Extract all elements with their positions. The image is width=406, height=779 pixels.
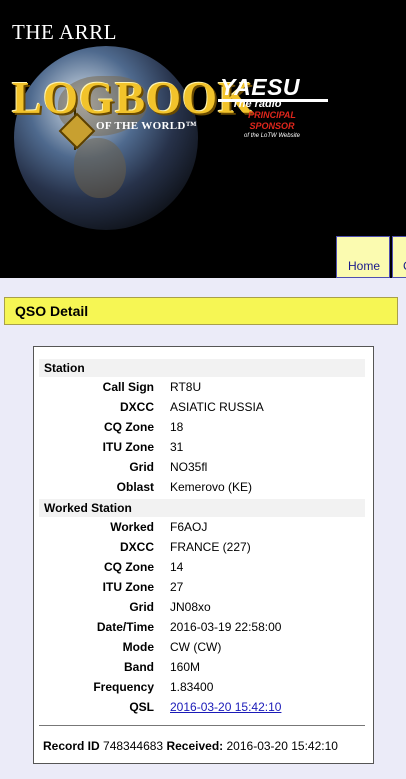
frequency-label: Frequency xyxy=(93,680,154,694)
qsl-label: QSL xyxy=(129,700,154,714)
record-footer: Record ID 748344683 Received: 2016-03-20… xyxy=(43,739,338,753)
row-call-sign: Call Sign RT8U xyxy=(34,377,375,397)
sponsor-logo: YAESU xyxy=(220,74,301,100)
row-worked-grid: Grid JN08xo xyxy=(34,597,375,617)
dxcc-label: DXCC xyxy=(119,400,154,414)
band-label: Band xyxy=(124,660,154,674)
page-title: QSO Detail xyxy=(15,303,89,319)
page-title-bar: QSO Detail xyxy=(4,297,398,325)
row-itu-zone: ITU Zone 31 xyxy=(34,437,375,457)
received-value: 2016-03-20 15:42:10 xyxy=(226,739,338,753)
banner: THE ARRL LOGBOOK OF THE WORLD™ YAESU The… xyxy=(0,0,406,278)
row-grid: Grid NO35fl xyxy=(34,457,375,477)
sponsor-role: PRINCIPAL SPONSOR xyxy=(248,110,296,131)
logo-subtitle: OF THE WORLD™ xyxy=(96,120,197,132)
band-value: 160M xyxy=(170,660,201,674)
worked-grid-label: Grid xyxy=(129,600,154,614)
section-station: Station xyxy=(39,359,365,377)
row-frequency: Frequency 1.83400 xyxy=(34,677,375,697)
cq-zone-value: 18 xyxy=(170,420,184,434)
row-worked-itu-zone: ITU Zone 27 xyxy=(34,577,375,597)
worked-dxcc-label: DXCC xyxy=(119,540,154,554)
grid-label: Grid xyxy=(129,460,154,474)
grid-value: NO35fl xyxy=(170,460,208,474)
row-worked-cq-zone: CQ Zone 14 xyxy=(34,557,375,577)
dxcc-value: ASIATIC RUSSIA xyxy=(170,400,264,414)
oblast-value: Kemerovo (KE) xyxy=(170,480,253,494)
worked-dxcc-value: FRANCE (227) xyxy=(170,540,251,554)
banner-title: THE ARRL xyxy=(12,20,117,44)
divider xyxy=(39,725,365,726)
frequency-value: 1.83400 xyxy=(170,680,214,694)
itu-zone-label: ITU Zone xyxy=(102,440,154,454)
worked-itu-zone-value: 27 xyxy=(170,580,184,594)
tab-next[interactable]: C xyxy=(392,236,406,278)
row-qsl: QSL 2016-03-20 15:42:10 xyxy=(34,697,375,717)
datetime-label: Date/Time xyxy=(96,620,154,634)
call-sign-value: RT8U xyxy=(170,380,202,394)
call-sign-label: Call Sign xyxy=(102,380,154,394)
mode-value: CW (CW) xyxy=(170,640,222,654)
row-band: Band 160M xyxy=(34,657,375,677)
worked-cq-zone-label: CQ Zone xyxy=(104,560,154,574)
itu-zone-value: 31 xyxy=(170,440,184,454)
datetime-value: 2016-03-19 22:58:00 xyxy=(170,620,282,634)
row-oblast: Oblast Kemerovo (KE) xyxy=(34,477,375,497)
qso-detail-panel: Station Call Sign RT8U DXCC ASIATIC RUSS… xyxy=(33,346,374,764)
worked-grid-value: JN08xo xyxy=(170,600,211,614)
section-worked-heading: Worked Station xyxy=(44,501,132,515)
row-worked-dxcc: DXCC FRANCE (227) xyxy=(34,537,375,557)
worked-itu-zone-label: ITU Zone xyxy=(102,580,154,594)
mode-label: Mode xyxy=(122,640,154,654)
cq-zone-label: CQ Zone xyxy=(104,420,154,434)
sponsor-note: of the LoTW Website xyxy=(244,133,300,139)
record-id-label: Record ID xyxy=(43,739,100,753)
tab-home[interactable]: Home xyxy=(336,236,390,278)
logbook-logo: LOGBOOK xyxy=(12,73,255,123)
worked-label: Worked xyxy=(110,520,154,534)
oblast-label: Oblast xyxy=(116,480,154,494)
row-worked: Worked F6AOJ xyxy=(34,517,375,537)
section-station-heading: Station xyxy=(44,361,85,375)
record-id-value: 748344683 xyxy=(103,739,164,753)
row-datetime: Date/Time 2016-03-19 22:58:00 xyxy=(34,617,375,637)
received-label: Received: xyxy=(166,739,224,753)
worked-value: F6AOJ xyxy=(170,520,208,534)
row-dxcc: DXCC ASIATIC RUSSIA xyxy=(34,397,375,417)
row-cq-zone: CQ Zone 18 xyxy=(34,417,375,437)
worked-cq-zone-value: 14 xyxy=(170,560,184,574)
section-worked-station: Worked Station xyxy=(39,499,365,517)
qsl-link[interactable]: 2016-03-20 15:42:10 xyxy=(170,700,281,714)
sponsor-tagline: The radio xyxy=(232,98,282,110)
row-mode: Mode CW (CW) xyxy=(34,637,375,657)
tab-home-label: Home xyxy=(348,259,381,273)
